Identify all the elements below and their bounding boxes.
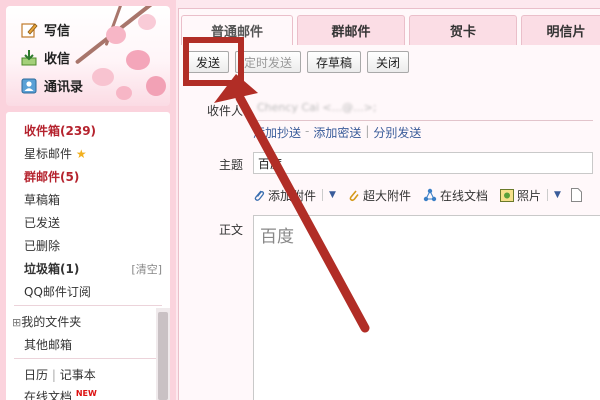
expand-toggle-icon[interactable]: ⊞ <box>12 316 21 329</box>
photo-dropdown-icon[interactable]: ▼ <box>554 190 561 200</box>
other-mailboxes[interactable]: 其他邮箱 <box>24 336 72 353</box>
inbox-download-icon <box>20 49 38 67</box>
document-icon-button[interactable] <box>570 188 582 202</box>
blossom-flower <box>116 86 132 100</box>
folder-group-mail[interactable]: 群邮件(5) <box>24 168 79 185</box>
save-draft-button[interactable]: 存草稿 <box>307 51 362 73</box>
scrollbar-thumb[interactable] <box>158 312 168 400</box>
annotation-highlight-box <box>183 37 244 86</box>
sidebar-header-panel: 写信 收信 通讯录 <box>6 6 170 106</box>
blossom-flower <box>92 68 114 86</box>
tab-group-mail[interactable]: 群邮件 <box>297 15 405 45</box>
folder-deleted-label: 已删除 <box>24 239 61 253</box>
folder-starred[interactable]: 星标邮件 ★ <box>24 145 87 162</box>
star-icon: ★ <box>75 147 87 161</box>
separator-pipe: | <box>51 368 56 382</box>
add-cc-link[interactable]: 添加抄送 <box>253 124 301 141</box>
my-folders[interactable]: ⊞我的文件夹 <box>12 313 81 330</box>
folder-inbox-count: (239) <box>60 124 97 138</box>
photo-button[interactable]: 照片 <box>499 187 541 204</box>
large-attachment-button[interactable]: 超大附件 <box>348 187 411 204</box>
online-docs-label: 在线文档 <box>24 390 73 400</box>
online-doc-label: 在线文档 <box>439 188 488 203</box>
body-label: 正文 <box>219 223 244 237</box>
add-bcc-link[interactable]: 添加密送 <box>313 124 361 141</box>
attachment-toolbar: 添加附件 ▼ 超大附件 在线文档 照片 ▼ <box>253 185 582 205</box>
recipient-label: 收件人 <box>207 104 244 118</box>
divider <box>14 358 162 359</box>
online-doc-button[interactable]: 在线文档 <box>423 187 488 204</box>
folder-sent[interactable]: 已发送 <box>24 214 60 231</box>
empty-spam-link[interactable]: [清空] <box>131 261 162 277</box>
recipient-field[interactable]: Chency Cai <...@...>; <box>253 97 593 121</box>
blossom-flower <box>138 14 156 30</box>
paperclip-icon <box>254 190 265 201</box>
contacts-link[interactable]: 通讯录 <box>20 76 83 95</box>
folder-drafts-label: 草稿箱 <box>24 193 61 207</box>
divider <box>322 189 324 201</box>
compose-label: 写信 <box>44 24 71 39</box>
folder-group-label: 群邮件 <box>24 170 61 184</box>
receive-label: 收信 <box>44 52 71 67</box>
compose-link[interactable]: 写信 <box>20 20 70 39</box>
folder-qq-subscription[interactable]: QQ邮件订阅 <box>24 283 91 300</box>
add-attachment-button[interactable]: 添加附件 <box>253 187 316 204</box>
subject-input[interactable]: 百度 <box>253 152 593 174</box>
folder-spam-count: (1) <box>60 262 80 276</box>
large-attachment-icon <box>349 190 359 202</box>
blossom-flower <box>146 76 166 96</box>
notepad-link[interactable]: 记事本 <box>60 368 96 382</box>
folder-drafts[interactable]: 草稿箱 <box>24 191 60 208</box>
message-body-editor[interactable]: 百度 <box>253 215 600 400</box>
separator-dash: - <box>305 124 310 138</box>
large-attachment-label: 超大附件 <box>362 188 411 203</box>
tab-postcard[interactable]: 明信片 <box>521 15 600 45</box>
photo-label: 照片 <box>516 188 541 203</box>
new-badge: NEW <box>75 389 97 398</box>
folder-subscription-label: QQ邮件订阅 <box>24 285 91 299</box>
blossom-flower <box>126 50 150 70</box>
folder-spam[interactable]: 垃圾箱(1) <box>24 260 79 277</box>
calendar-label: 日历 <box>24 368 49 382</box>
contacts-icon <box>20 77 38 95</box>
scheduled-send-button[interactable]: 定时发送 <box>235 51 302 73</box>
divider <box>14 305 162 306</box>
my-folders-label: 我的文件夹 <box>21 315 82 329</box>
folder-list: 收件箱(239) 星标邮件 ★ 群邮件(5) 草稿箱 已发送 已删除 垃圾箱(1… <box>6 112 170 400</box>
message-body-text: 百度 <box>260 227 294 247</box>
folder-sent-label: 已发送 <box>24 216 61 230</box>
folder-deleted[interactable]: 已删除 <box>24 237 60 254</box>
add-attachment-label: 添加附件 <box>268 188 317 203</box>
photo-icon <box>499 188 514 202</box>
sidebar: 写信 收信 通讯录 收件箱(239) 星标邮件 ★ 群邮件(5) 草稿箱 已发送… <box>0 0 176 400</box>
cc-options: 添加抄送 - 添加密送 | 分别发送 <box>253 124 421 141</box>
separate-send-link[interactable]: 分别发送 <box>373 124 421 141</box>
blossom-flower <box>106 26 126 44</box>
document-icon <box>570 188 582 202</box>
separator-pipe: | <box>365 124 370 138</box>
share-doc-icon <box>423 188 437 202</box>
subject-label: 主题 <box>219 158 244 172</box>
receive-link[interactable]: 收信 <box>20 48 70 67</box>
attachment-dropdown-icon[interactable]: ▼ <box>329 190 336 200</box>
folder-inbox[interactable]: 收件箱(239) <box>24 122 96 139</box>
divider <box>546 189 548 201</box>
online-docs-link[interactable]: 在线文档 NEW <box>24 388 97 400</box>
recipient-value: Chency Cai <...@...>; <box>257 101 377 114</box>
tab-greeting-card[interactable]: 贺卡 <box>409 15 517 45</box>
contacts-label: 通讯录 <box>44 80 84 95</box>
other-mailboxes-label: 其他邮箱 <box>24 338 73 352</box>
close-button[interactable]: 关闭 <box>367 51 410 73</box>
folder-inbox-label: 收件箱 <box>24 124 61 138</box>
folder-starred-label: 星标邮件 <box>24 147 73 161</box>
calendar-link[interactable]: 日历 | 记事本 <box>24 366 96 383</box>
folder-group-count: (5) <box>60 170 80 184</box>
pencil-icon <box>20 21 38 39</box>
folder-spam-label: 垃圾箱 <box>24 262 61 276</box>
